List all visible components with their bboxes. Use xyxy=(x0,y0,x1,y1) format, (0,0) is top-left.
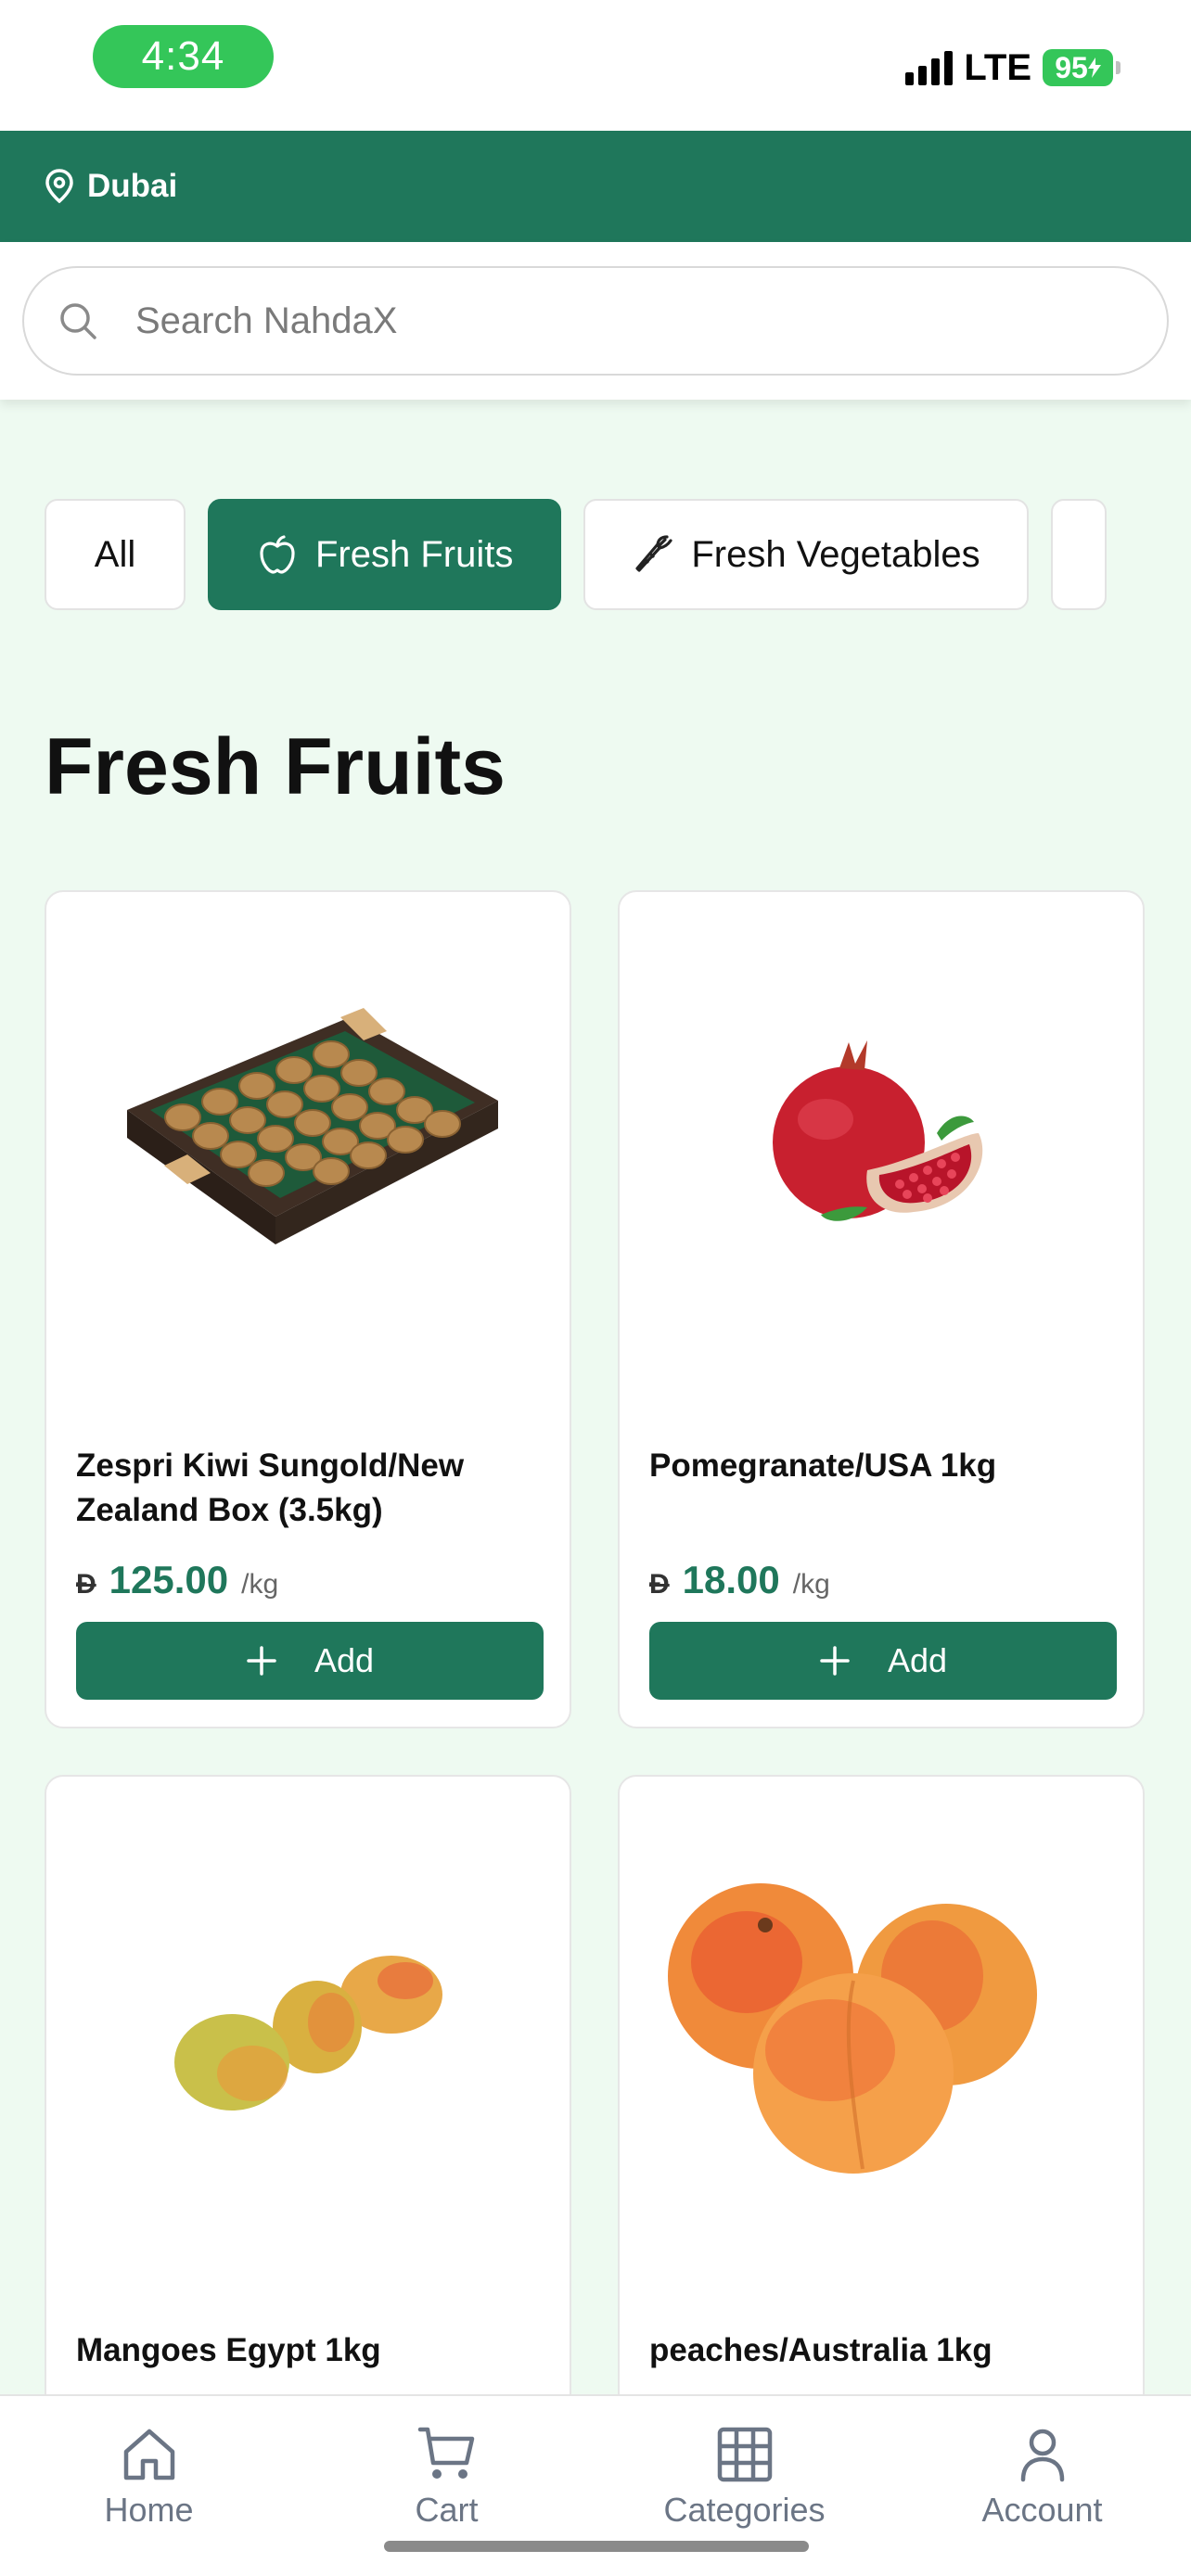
product-name: peaches/Australia 1kg xyxy=(649,2332,992,2368)
product-name: Pomegranate/USA 1kg xyxy=(649,1447,997,1484)
plus-icon xyxy=(247,1646,276,1676)
category-chips: All Fresh Fruits Fresh Vegetables xyxy=(45,499,1145,610)
status-bar: 4:34 LTE 95 xyxy=(0,0,1191,131)
chip-fresh-fruits[interactable]: Fresh Fruits xyxy=(208,499,562,610)
add-button-label: Add xyxy=(314,1641,375,1679)
nav-label: Cart xyxy=(415,2491,479,2529)
signal-icon xyxy=(905,50,954,85)
grid-icon xyxy=(717,2427,772,2482)
add-button-label: Add xyxy=(887,1641,948,1679)
product-price: 125.00 xyxy=(109,1558,229,1601)
search-bar[interactable] xyxy=(22,266,1169,376)
peaches-image xyxy=(620,1777,1143,2277)
chip-label: Fresh Fruits xyxy=(315,533,514,575)
carrot-icon xyxy=(635,535,672,572)
price-row: Đ 125.00 /kg xyxy=(76,1558,278,1602)
network-type: LTE xyxy=(964,46,1031,88)
mangoes-image xyxy=(46,1777,570,2277)
price-row: Đ 18.00 /kg xyxy=(649,1558,830,1602)
location-selector[interactable]: Dubai xyxy=(0,131,1191,242)
battery-level: 95 xyxy=(1055,50,1088,84)
nav-label: Categories xyxy=(663,2491,826,2529)
chip-all[interactable]: All xyxy=(45,499,186,610)
product-card[interactable]: peaches/Australia 1kg xyxy=(618,1775,1145,2442)
product-card[interactable]: Zespri Kiwi Sungold/New Zealand Box (3.5… xyxy=(45,890,571,1728)
cart-icon xyxy=(417,2427,474,2479)
location-pin-icon xyxy=(45,169,73,204)
status-indicators: LTE 95 xyxy=(905,46,1121,89)
status-time: 4:34 xyxy=(93,25,274,88)
nav-account[interactable]: Account xyxy=(893,2396,1191,2576)
user-icon xyxy=(1020,2429,1064,2482)
section-title: Fresh Fruits xyxy=(45,722,506,811)
chip-fresh-vegetables[interactable]: Fresh Vegetables xyxy=(583,499,1029,610)
nav-label: Home xyxy=(104,2491,194,2529)
product-card[interactable]: Pomegranate/USA 1kg Đ 18.00 /kg Add xyxy=(618,890,1145,1728)
currency-symbol: Đ xyxy=(76,1569,96,1600)
product-name: Zespri Kiwi Sungold/New Zealand Box (3.5… xyxy=(76,1447,465,1528)
search-section xyxy=(0,242,1191,400)
price-unit: /kg xyxy=(241,1569,279,1600)
currency-symbol: Đ xyxy=(649,1569,670,1600)
home-indicator[interactable] xyxy=(384,2541,809,2552)
price-unit: /kg xyxy=(792,1569,830,1600)
product-price: 18.00 xyxy=(682,1558,780,1601)
product-name: Mangoes Egypt 1kg xyxy=(76,2332,381,2368)
chip-label: Fresh Vegetables xyxy=(691,533,980,575)
product-card[interactable]: Mangoes Egypt 1kg xyxy=(45,1775,571,2442)
apple-icon xyxy=(260,535,295,574)
kiwi-box-image xyxy=(46,892,570,1393)
search-icon xyxy=(60,303,96,339)
add-to-cart-button[interactable]: Add xyxy=(76,1622,544,1700)
plus-icon xyxy=(820,1646,850,1676)
pomegranate-image xyxy=(620,892,1143,1393)
home-icon xyxy=(123,2429,174,2480)
chip-label: All xyxy=(94,533,136,575)
nav-label: Account xyxy=(981,2491,1103,2529)
battery-icon: 95 xyxy=(1043,49,1121,86)
search-input[interactable] xyxy=(135,300,970,342)
location-city: Dubai xyxy=(87,168,178,204)
nav-home[interactable]: Home xyxy=(0,2396,298,2576)
charging-bolt-icon xyxy=(1087,57,1101,78)
chip-next[interactable] xyxy=(1050,499,1107,610)
add-to-cart-button[interactable]: Add xyxy=(649,1622,1117,1700)
